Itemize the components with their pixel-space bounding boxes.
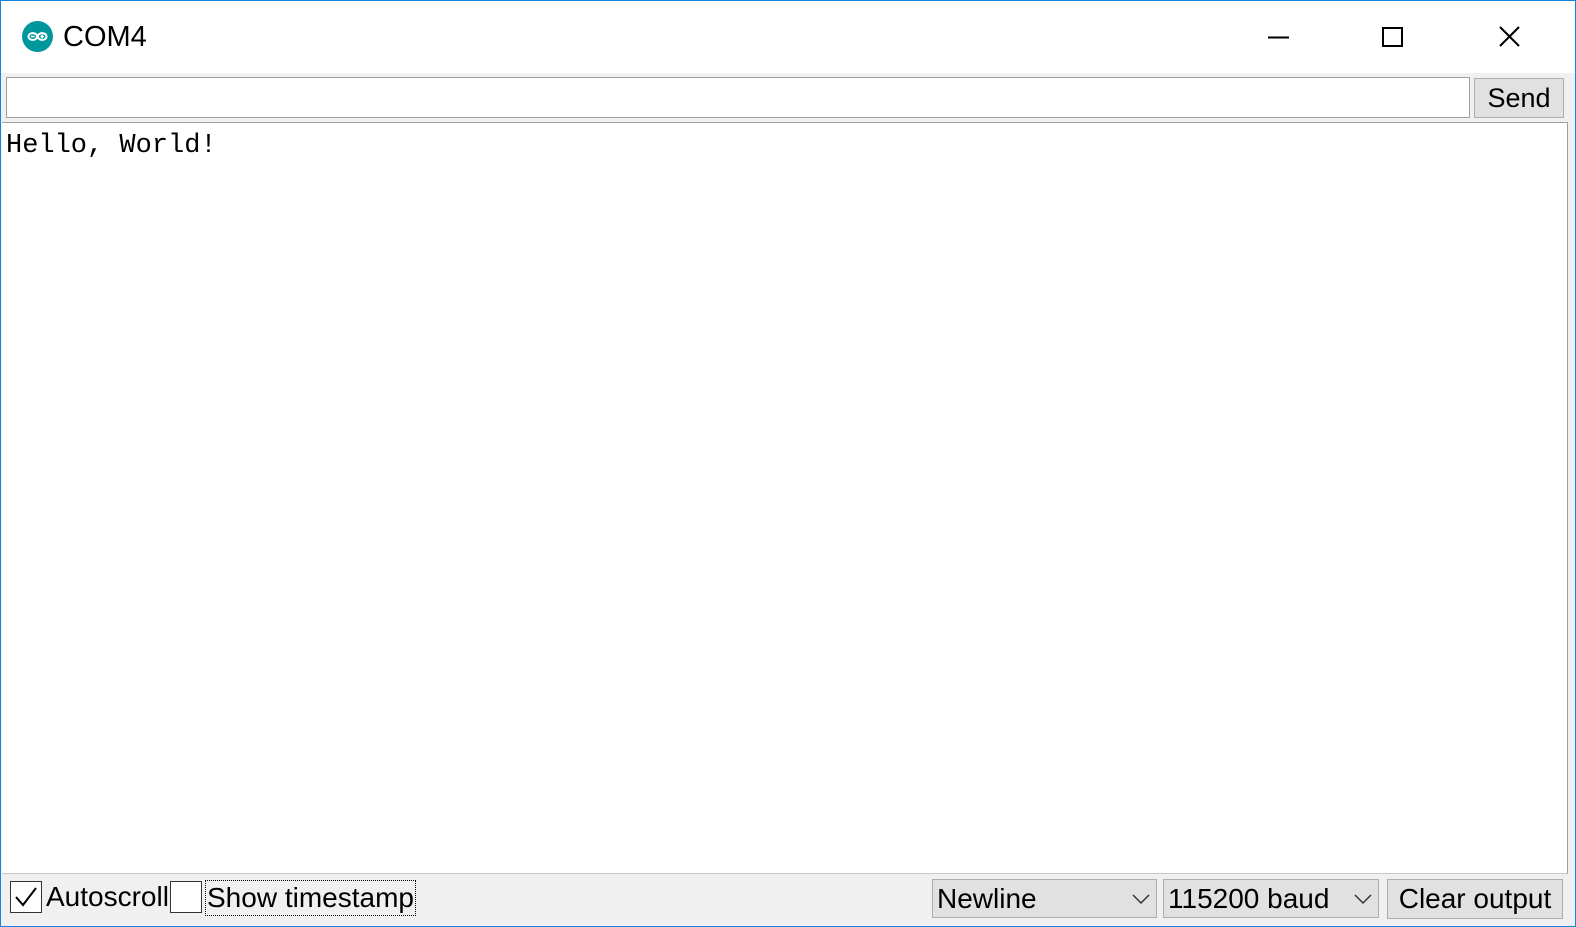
baud-rate-select[interactable]: 115200 baud xyxy=(1163,879,1379,918)
line-ending-value: Newline xyxy=(937,883,1037,914)
clear-output-button[interactable]: Clear output xyxy=(1387,879,1563,919)
bottom-bar: Autoscroll Show timestamp Newline 115200… xyxy=(1,874,1575,926)
line-ending-select[interactable]: Newline xyxy=(932,879,1157,918)
send-button[interactable]: Send xyxy=(1474,78,1564,118)
maximize-button[interactable] xyxy=(1335,1,1451,73)
maximize-icon xyxy=(1382,27,1403,47)
serial-monitor-window: COM4 Send Hello, World! Autoscroll Show … xyxy=(0,0,1576,927)
output-line: Hello, World! xyxy=(6,131,217,161)
show-timestamp-label[interactable]: Show timestamp xyxy=(205,880,416,916)
checkmark-icon xyxy=(15,887,37,907)
serial-output-area[interactable]: Hello, World! xyxy=(2,122,1568,874)
close-icon xyxy=(1499,26,1520,47)
autoscroll-label[interactable]: Autoscroll xyxy=(46,880,169,914)
autoscroll-checkbox[interactable] xyxy=(10,881,42,913)
show-timestamp-checkbox[interactable] xyxy=(170,881,202,913)
chevron-down-icon xyxy=(1354,894,1372,905)
arduino-icon xyxy=(22,21,53,52)
close-button[interactable] xyxy=(1451,1,1567,73)
window-title: COM4 xyxy=(63,21,147,53)
baud-rate-value: 115200 baud xyxy=(1168,883,1330,914)
minimize-icon xyxy=(1268,36,1289,39)
title-bar[interactable]: COM4 xyxy=(1,1,1575,73)
chevron-down-icon xyxy=(1132,894,1150,905)
send-row: Send xyxy=(1,73,1575,121)
send-input[interactable] xyxy=(6,77,1470,118)
minimize-button[interactable] xyxy=(1221,1,1337,73)
